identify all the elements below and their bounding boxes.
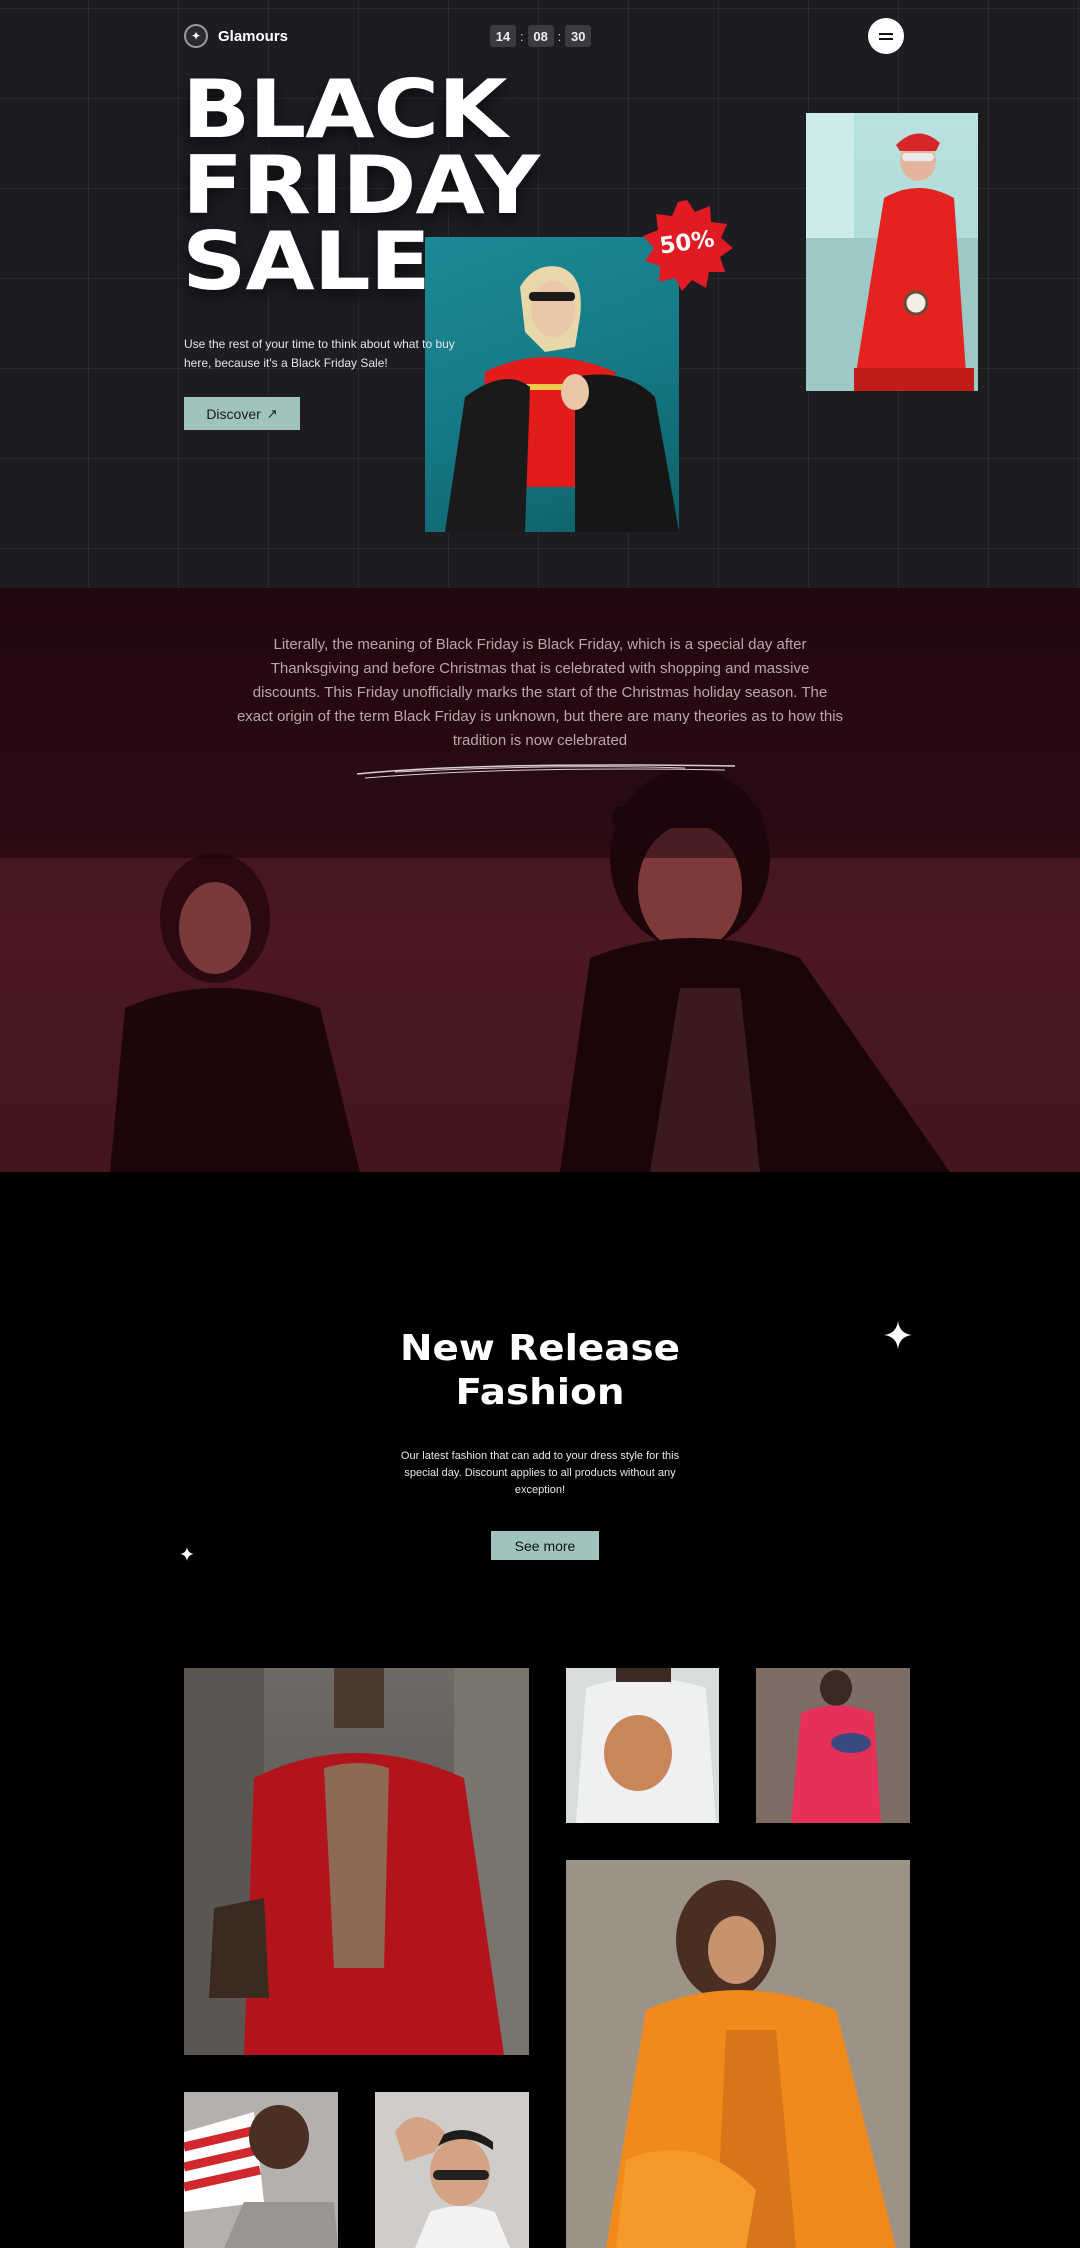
menu-button[interactable] — [868, 18, 904, 54]
hero-side-photo — [806, 113, 978, 391]
arrow-up-right-icon: ↗ — [266, 405, 278, 421]
about-section: Literally, the meaning of Black Friday i… — [0, 588, 1080, 1172]
countdown-separator: : — [520, 28, 524, 44]
sparkle-logo-icon: ✦ — [184, 24, 208, 48]
about-paragraph: Literally, the meaning of Black Friday i… — [236, 636, 844, 749]
brand-logo[interactable]: ✦ Glamours — [184, 24, 288, 48]
gallery-photo-sunglasses[interactable] — [375, 2092, 529, 2248]
scribble-underline-icon — [356, 764, 736, 779]
release-description: Our latest fashion that can add to your … — [400, 1450, 680, 1496]
discover-button-label: Discover — [206, 405, 261, 422]
brand-name: Glamours — [218, 27, 289, 45]
hero-description: Use the rest of your time to think about… — [184, 337, 455, 370]
see-more-label: See more — [514, 1537, 576, 1554]
hero-title-line: BLACK — [182, 63, 507, 156]
hamburger-icon — [879, 32, 893, 40]
discover-button[interactable]: Discover ↗ — [184, 397, 300, 430]
countdown-hours: 14 — [490, 25, 516, 47]
countdown-seconds: 30 — [565, 25, 592, 47]
hero-title-line: FRIDAY — [182, 139, 540, 232]
countdown-separator: : — [557, 28, 562, 44]
countdown-timer: 14 : 08 : 30 — [490, 25, 592, 47]
sparkle-icon — [180, 1547, 194, 1561]
gallery-photo-red-blazer[interactable] — [184, 1668, 529, 2055]
countdown-minutes: 08 — [527, 25, 554, 47]
sparkle-icon — [884, 1321, 912, 1349]
gallery-photo-graphic-tee[interactable] — [566, 1668, 719, 1823]
gallery-photo-orange-jacket[interactable] — [566, 1860, 910, 2248]
hero-section: ✦ Glamours 14 : 08 : 30 BLACK FRIDAY SAL… — [0, 0, 1080, 588]
see-more-button[interactable]: See more — [491, 1531, 599, 1560]
gallery-photo-pink-dress[interactable] — [756, 1668, 910, 1823]
release-title: New Release Fashion — [399, 1328, 681, 1413]
gallery-photo-striped-top[interactable] — [184, 2092, 338, 2248]
